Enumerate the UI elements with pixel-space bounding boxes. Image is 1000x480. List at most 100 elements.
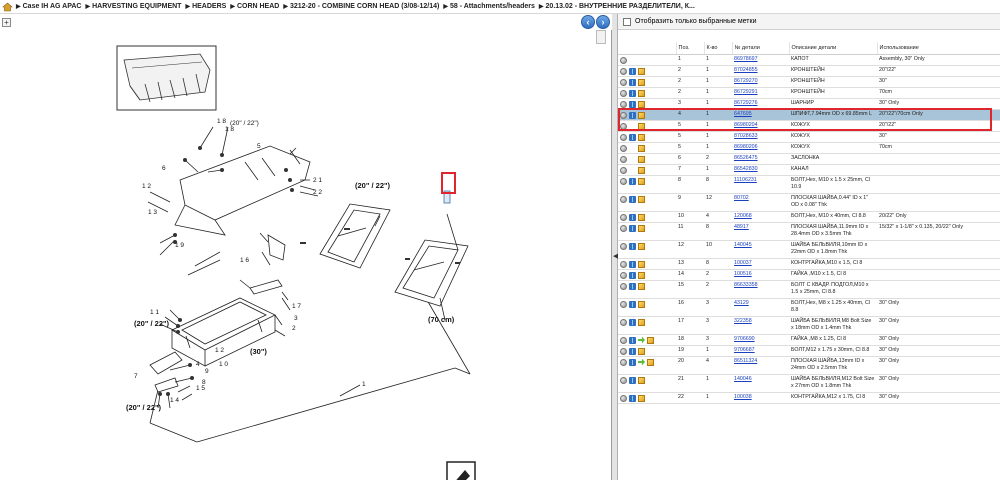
col-usage-header[interactable]: Использование (877, 42, 1000, 55)
blue-book-icon[interactable] (629, 300, 636, 308)
header-thumbnail[interactable] (116, 45, 217, 111)
table-row[interactable]: 13 8 100037 КОНТРГАЙКА,M10 x 1.5, Cl 8 (618, 258, 1000, 270)
yellow-box-icon[interactable] (638, 347, 645, 355)
yellow-box-icon[interactable] (638, 282, 645, 290)
part-number-link[interactable]: 140045 (734, 242, 752, 248)
blue-book-icon[interactable] (629, 260, 636, 268)
previous-page-button[interactable]: ‹ (581, 15, 595, 29)
green-arrow-icon[interactable] (638, 336, 645, 344)
gray-circle-icon[interactable] (620, 78, 627, 86)
breadcrumb-item[interactable]: 20.13.02 - ВНУТРЕННИЕ РАЗДЕЛИТЕЛИ, К... (546, 3, 695, 10)
yellow-box-icon[interactable] (638, 111, 645, 119)
col-pos-header[interactable]: Поз. (676, 42, 705, 55)
gray-circle-icon[interactable] (620, 195, 627, 203)
table-row[interactable]: 9 12 80702 ПЛОСКАЯ ШАЙБА,0.44" ID x 1" OD x… (618, 193, 1000, 212)
table-row[interactable]: 7 1 86542830 КАНАЛ (618, 164, 1000, 176)
table-row[interactable]: 16 3 43129 БОЛТ,Hex, M8 x 1.25 x 40mm, Cl 8… (618, 298, 1000, 317)
part-number-link[interactable]: 87024855 (734, 67, 758, 73)
part-number-link[interactable]: 86542830 (734, 166, 758, 172)
table-row[interactable]: 11 8 48917 ПЛОСКАЯ ШАЙБА,11.9mm ID x 28.4mm… (618, 222, 1000, 241)
yellow-box-icon[interactable] (638, 133, 645, 141)
breadcrumb-item[interactable]: HEADERS (192, 3, 226, 10)
zoom-in-button[interactable]: + (2, 18, 11, 27)
table-row[interactable]: 14 2 100516 ГАЙКА ,M10 x 1.5, Cl 8 (618, 269, 1000, 281)
blue-book-icon[interactable] (629, 336, 636, 344)
part-number-link[interactable]: 86729291 (734, 89, 758, 95)
yellow-box-icon[interactable] (638, 271, 645, 279)
part-number-link[interactable]: 86729276 (734, 100, 758, 106)
gray-circle-icon[interactable] (620, 224, 627, 232)
gray-circle-icon[interactable] (620, 282, 627, 290)
blue-book-icon[interactable] (629, 111, 636, 119)
yellow-box-icon[interactable] (638, 155, 645, 163)
table-row[interactable]: 5 1 87028633 КОЖУХ 30" (618, 131, 1000, 143)
part-number-link[interactable]: 11106231 (734, 177, 757, 183)
col-desc-header[interactable]: Описание детали (789, 42, 878, 55)
col-part-header[interactable]: № детали (732, 42, 790, 55)
gray-circle-icon[interactable] (620, 56, 627, 64)
yellow-box-icon[interactable] (638, 394, 645, 402)
gray-circle-icon[interactable] (620, 67, 627, 75)
part-number-link[interactable]: 100037 (734, 260, 752, 266)
yellow-box-icon[interactable] (638, 100, 645, 108)
yellow-box-icon[interactable] (638, 177, 645, 185)
col-qty-header[interactable]: К-во (704, 42, 733, 55)
part-number-link[interactable]: 140046 (734, 376, 752, 382)
blue-book-icon[interactable] (629, 78, 636, 86)
gray-circle-icon[interactable] (620, 133, 627, 141)
gray-circle-icon[interactable] (620, 376, 627, 384)
breadcrumb-item[interactable]: 58 - Attachments/headers (450, 3, 535, 10)
gray-circle-icon[interactable] (620, 394, 627, 402)
table-row[interactable]: 4 1 647695 ШПИФТ,7.94mm OD x 69.85mm L 20"/2… (618, 109, 1000, 121)
blue-book-icon[interactable] (629, 195, 636, 203)
blue-book-icon[interactable] (629, 133, 636, 141)
blue-book-icon[interactable] (629, 347, 636, 355)
table-row[interactable]: 8 8 11106231 БОЛТ,Hex, M10 x 1.5 x 25mm, Cl… (618, 175, 1000, 194)
yellow-box-icon[interactable] (638, 213, 645, 221)
blue-book-icon[interactable] (629, 213, 636, 221)
part-number-link[interactable]: 322358 (734, 318, 752, 324)
part-number-link[interactable]: 9706690 (734, 336, 755, 342)
yellow-box-icon[interactable] (638, 89, 645, 97)
part-number-link[interactable]: 647695 (734, 111, 752, 117)
yellow-box-icon[interactable] (638, 144, 645, 152)
part-number-link[interactable]: 43129 (734, 300, 749, 306)
table-row[interactable]: 19 1 9706687 БОЛТ,M12 x 1.75 x 30mm, Cl 8.8… (618, 345, 1000, 357)
yellow-box-icon[interactable] (638, 318, 645, 326)
page-turn-icon[interactable] (446, 461, 476, 480)
part-number-link[interactable]: 86978697 (734, 56, 758, 62)
show-selected-only-checkbox[interactable] (623, 17, 631, 26)
blue-book-icon[interactable] (629, 100, 636, 108)
yellow-box-icon[interactable] (638, 166, 645, 174)
table-row[interactable]: 5 1 86980204 КОЖУХ 20"/22" (618, 120, 1000, 132)
part-number-link[interactable]: 86526475 (734, 155, 758, 161)
blue-book-icon[interactable] (629, 376, 636, 384)
yellow-box-icon[interactable] (638, 260, 645, 268)
blue-book-icon[interactable] (629, 89, 636, 97)
gray-circle-icon[interactable] (620, 300, 627, 308)
blue-book-icon[interactable] (629, 358, 636, 366)
breadcrumb-item[interactable]: CORN HEAD (237, 3, 279, 10)
green-arrow-icon[interactable] (638, 358, 645, 366)
table-row[interactable]: 10 4 120068 БОЛТ,Hex, M10 x 40mm, Cl 8.8 20/… (618, 211, 1000, 223)
part-number-link[interactable]: 80702 (734, 195, 749, 201)
part-number-link[interactable]: 87028633 (734, 133, 758, 139)
gray-circle-icon[interactable] (620, 89, 627, 97)
gray-circle-icon[interactable] (620, 318, 627, 326)
table-row[interactable]: 2 1 86729291 КРОНШТЕЙН 70cm (618, 87, 1000, 99)
gray-circle-icon[interactable] (620, 144, 627, 152)
gray-circle-icon[interactable] (620, 242, 627, 250)
yellow-box-icon[interactable] (638, 195, 645, 203)
part-number-link[interactable]: 86980206 (734, 144, 758, 150)
blue-book-icon[interactable] (629, 318, 636, 326)
part-number-link[interactable]: 100516 (734, 271, 752, 277)
yellow-box-icon[interactable] (638, 122, 645, 130)
gray-circle-icon[interactable] (620, 336, 627, 344)
yellow-box-icon[interactable] (638, 300, 645, 308)
part-number-link[interactable]: 86980204 (734, 122, 758, 128)
table-row[interactable]: 2 1 87024855 КРОНШТЕЙН 20"/22" (618, 65, 1000, 77)
yellow-box-icon[interactable] (638, 224, 645, 232)
table-row[interactable]: 17 3 322358 ШАЙБА БЕЛЬВИЛЯ,M8 Bolt Size x 1… (618, 316, 1000, 335)
yellow-box-icon[interactable] (638, 67, 645, 75)
yellow-box-icon[interactable] (638, 78, 645, 86)
